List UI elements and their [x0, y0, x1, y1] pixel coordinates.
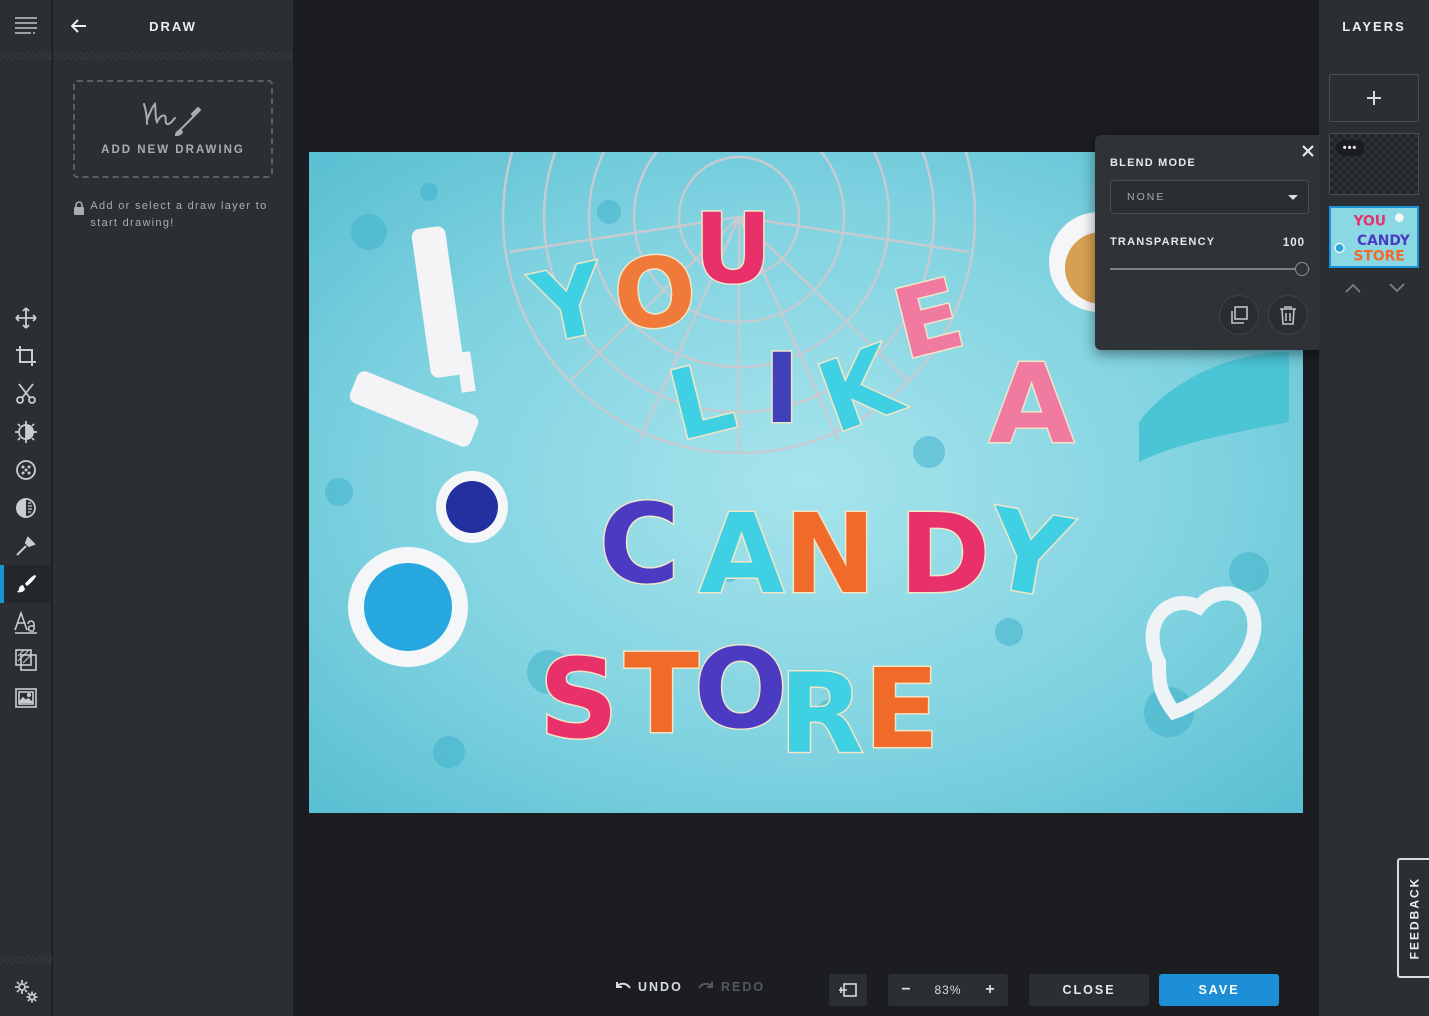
- cut-tool-icon[interactable]: [0, 375, 52, 413]
- vignette-tool-icon[interactable]: [0, 489, 52, 527]
- transparency-slider-knob[interactable]: [1295, 262, 1309, 276]
- svg-text:A: A: [989, 340, 1074, 468]
- move-tool-icon[interactable]: [0, 299, 52, 337]
- rail-divider: [0, 956, 52, 964]
- svg-text:O: O: [694, 625, 788, 753]
- zoom-out-button[interactable]: −: [898, 981, 914, 999]
- chevron-up-icon[interactable]: [1345, 283, 1361, 293]
- zoom-in-button[interactable]: +: [982, 981, 998, 999]
- layer-order-controls: [1345, 283, 1405, 293]
- svg-text:A: A: [699, 490, 784, 618]
- feedback-label: FEEDBACK: [1407, 876, 1422, 960]
- layer-thumbnail-empty[interactable]: •••: [1329, 133, 1419, 195]
- signature-brush-icon: [143, 101, 202, 137]
- redo-icon: [698, 982, 713, 989]
- panel-header: DRAW: [53, 0, 293, 52]
- undo-button[interactable]: UNDO: [614, 980, 683, 994]
- svg-text:T: T: [624, 630, 699, 758]
- draw-panel: DRAW ADD NEW DRAWING Add or select a dra…: [53, 0, 293, 1016]
- panel-divider: [53, 52, 293, 60]
- plus-icon: [1367, 91, 1381, 105]
- menu-icon[interactable]: [0, 0, 52, 52]
- trash-icon: [1280, 306, 1296, 325]
- svg-text:N: N: [784, 490, 876, 618]
- svg-text:YOU: YOU: [1353, 213, 1387, 229]
- add-new-drawing-label: ADD NEW DRAWING: [101, 144, 245, 156]
- svg-text:O: O: [609, 233, 702, 353]
- delete-layer-button[interactable]: [1268, 295, 1308, 335]
- tool-rail: [0, 0, 52, 1016]
- svg-text:CANDY: CANDY: [1357, 233, 1411, 249]
- svg-text:STORE: STORE: [1353, 249, 1404, 265]
- zoom-level: 83%: [934, 983, 962, 997]
- transparency-label: TRANSPARENCY: [1110, 236, 1216, 248]
- chevron-down-icon[interactable]: [1389, 283, 1405, 293]
- add-new-drawing-button[interactable]: ADD NEW DRAWING: [73, 80, 273, 178]
- blend-mode-select[interactable]: NONE: [1110, 180, 1309, 214]
- svg-text:R: R: [779, 650, 864, 778]
- svg-text:S: S: [539, 635, 618, 763]
- layer-thumbnail-photo[interactable]: YOU CANDY STORE: [1329, 206, 1419, 268]
- filter-tool-icon[interactable]: [0, 451, 52, 489]
- lock-icon: [73, 198, 90, 232]
- zoom-control: − 83% +: [888, 974, 1008, 1006]
- caret-down-icon: [1288, 195, 1298, 200]
- text-tool-icon[interactable]: [0, 603, 52, 641]
- fit-to-screen-button[interactable]: [829, 974, 867, 1006]
- svg-text:E: E: [864, 645, 939, 773]
- transparency-slider-fill: [1110, 268, 1302, 270]
- fit-screen-icon: [839, 983, 857, 997]
- layer-settings-popup: BLEND MODE NONE TRANSPARENCY 100: [1095, 135, 1325, 350]
- transparency-value: 100: [1282, 237, 1305, 249]
- save-button[interactable]: SAVE: [1159, 974, 1279, 1006]
- svg-text:C: C: [599, 480, 680, 608]
- redo-label: REDO: [721, 980, 766, 994]
- redo-button[interactable]: REDO: [697, 980, 765, 994]
- settings-gear-icon[interactable]: [0, 970, 52, 1012]
- overlay-tool-icon[interactable]: [0, 641, 52, 679]
- close-button[interactable]: CLOSE: [1029, 974, 1149, 1006]
- duplicate-layer-button[interactable]: [1219, 295, 1259, 335]
- layer-options-button[interactable]: •••: [1336, 140, 1364, 156]
- brush-tool-icon[interactable]: [0, 565, 52, 603]
- image-tool-icon[interactable]: [0, 679, 52, 717]
- svg-text:D: D: [899, 490, 990, 618]
- close-icon[interactable]: [1299, 142, 1317, 160]
- layers-title: LAYERS: [1342, 18, 1406, 34]
- draw-hint-text: Add or select a draw layer to start draw…: [90, 200, 268, 229]
- undo-label: UNDO: [638, 980, 683, 994]
- draw-hint: Add or select a draw layer to start draw…: [73, 198, 283, 232]
- layers-panel: LAYERS ••• YOU CANDY STORE FEEDBACK: [1319, 0, 1429, 1016]
- svg-text:I: I: [764, 333, 800, 445]
- back-arrow-icon[interactable]: [67, 14, 91, 38]
- feedback-tab[interactable]: FEEDBACK: [1397, 858, 1429, 978]
- undo-icon: [616, 982, 631, 989]
- duplicate-icon: [1231, 306, 1248, 324]
- pen-tool-icon[interactable]: [0, 527, 52, 565]
- add-layer-button[interactable]: [1329, 74, 1419, 122]
- blend-mode-label: BLEND MODE: [1110, 157, 1196, 169]
- adjust-tool-icon[interactable]: [0, 413, 52, 451]
- blend-mode-value: NONE: [1127, 191, 1166, 203]
- crop-tool-icon[interactable]: [0, 337, 52, 375]
- transparency-slider[interactable]: [1110, 262, 1310, 276]
- svg-text:U: U: [694, 193, 772, 305]
- rail-divider: [0, 52, 52, 60]
